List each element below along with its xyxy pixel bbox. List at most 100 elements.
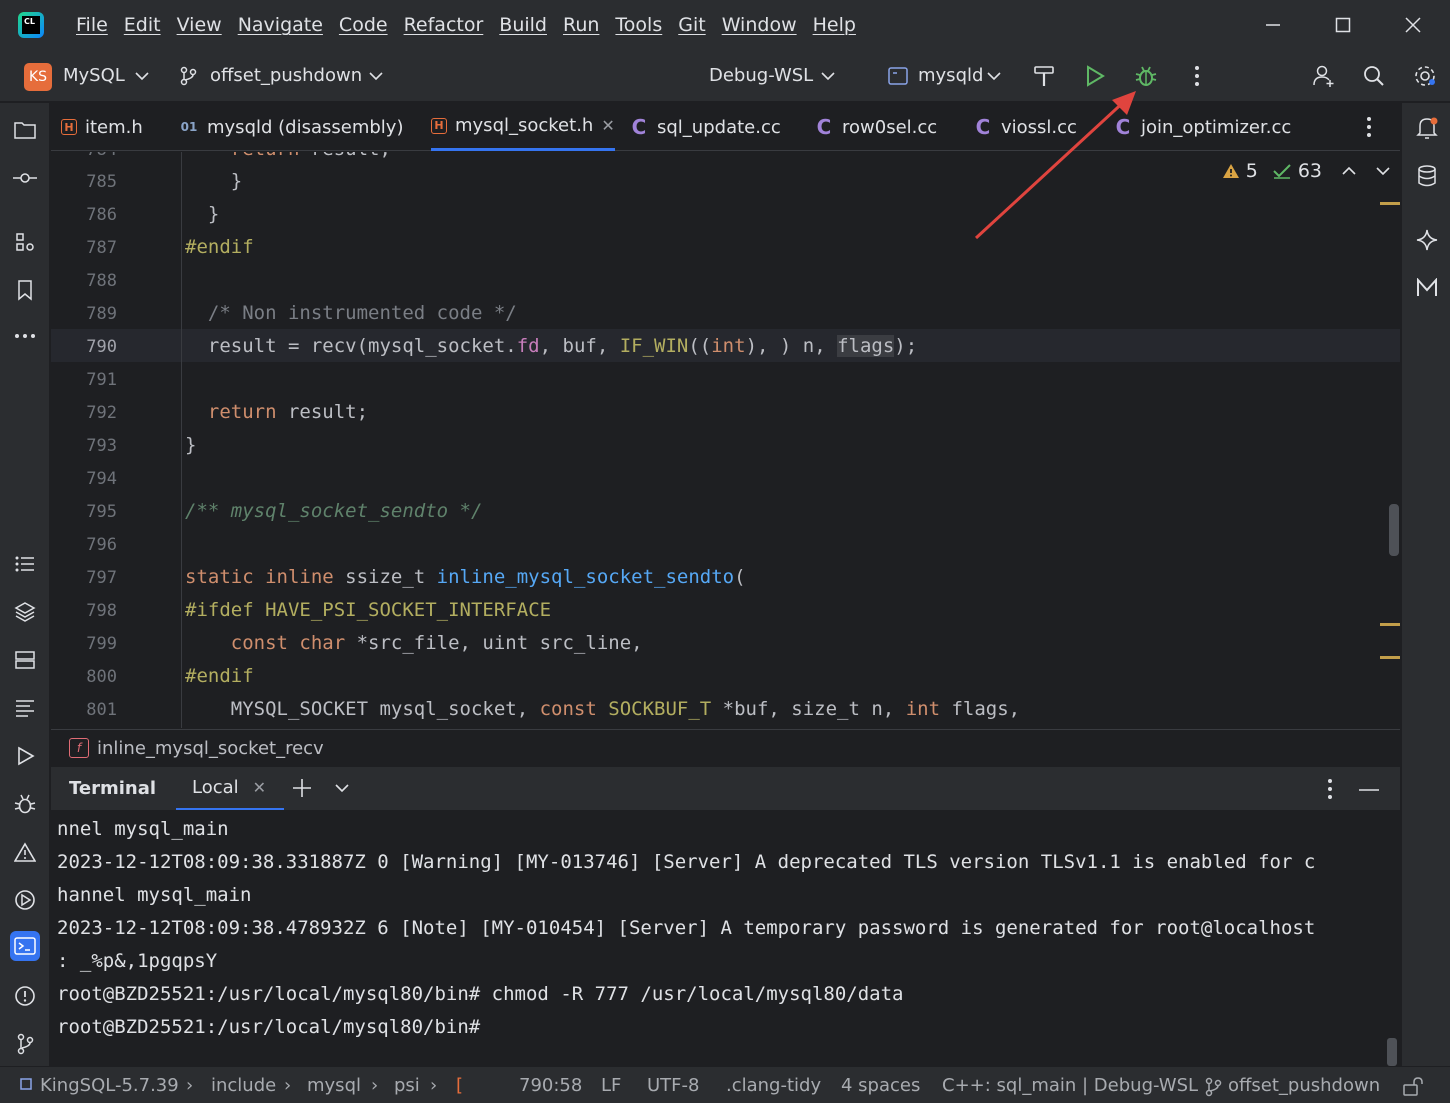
chevron-down-icon[interactable] (814, 62, 842, 90)
align-left-icon[interactable] (10, 693, 40, 723)
close-tab-icon[interactable]: ✕ (253, 778, 266, 797)
maximize-button[interactable] (1328, 10, 1358, 40)
menu-refactor[interactable]: Refactor (396, 14, 492, 36)
ai-assistant-icon[interactable] (1412, 225, 1442, 255)
tab-mysqld-disassembly[interactable]: 01 mysqld (disassembly) (179, 103, 404, 151)
tab-viossl-cc[interactable]: C viossl.cc (973, 103, 1077, 151)
menu-navigate[interactable]: Navigate (230, 14, 331, 36)
debug-tool-icon[interactable] (10, 789, 40, 819)
search-icon[interactable] (1360, 62, 1388, 90)
menu-view[interactable]: View (169, 14, 230, 36)
terminal-icon[interactable] (10, 931, 40, 961)
settings-gear-icon[interactable] (1411, 62, 1439, 90)
cpp-file-icon: C (816, 115, 832, 139)
menu-edit[interactable]: Edit (116, 14, 169, 36)
more-horizontal-icon[interactable] (10, 321, 40, 351)
notifications-bell-icon[interactable] (1412, 113, 1442, 143)
branch-selector[interactable]: offset_pushdown (210, 65, 362, 86)
minimize-button[interactable] (1258, 10, 1288, 40)
terminal-output[interactable]: nnel mysql_main 2023-12-12T08:09:38.3318… (51, 810, 1400, 1066)
tab-row0sel-cc[interactable]: C row0sel.cc (814, 103, 938, 151)
breadcrumb-mysql[interactable]: mysql (307, 1075, 361, 1096)
run-icon[interactable] (1081, 62, 1109, 90)
git-branch-icon[interactable] (10, 1029, 40, 1059)
more-vertical-icon[interactable] (1327, 778, 1333, 800)
terminal-tab-label: Local (192, 777, 239, 798)
breadcrumb-include[interactable]: include (211, 1075, 276, 1096)
database-icon[interactable] (1412, 161, 1442, 191)
menu-window[interactable]: Window (714, 14, 805, 36)
breadcrumb-psi[interactable]: psi (394, 1075, 420, 1096)
resolve-context[interactable]: C++: sql_main | Debug-WSL (942, 1075, 1198, 1096)
warning-stripe-marker[interactable] (1380, 623, 1400, 626)
project-selector[interactable]: MySQL (63, 65, 125, 86)
code-line-795: /** mysql_socket_sendto */ (185, 500, 483, 522)
layers-icon[interactable] (10, 597, 40, 627)
close-tab-icon[interactable]: ✕ (601, 116, 614, 135)
inspection-widget[interactable]: 5 63 (1222, 160, 1390, 182)
chevron-up-icon[interactable] (1342, 166, 1356, 176)
terminal-line: 2023-12-12T08:09:38.331887Z 0 [Warning] … (57, 851, 1316, 873)
caret-position[interactable]: 790:58 (519, 1075, 582, 1096)
indent-setting[interactable]: 4 spaces (841, 1075, 920, 1096)
menu-tools[interactable]: Tools (607, 14, 670, 36)
file-encoding[interactable]: UTF-8 (647, 1075, 699, 1096)
editor-breadcrumb[interactable]: f inline_mysql_socket_recv (51, 729, 1400, 766)
markdown-m-icon[interactable] (1412, 273, 1442, 303)
chevron-down-icon[interactable] (335, 783, 349, 793)
terminal-tab-local[interactable]: Local ✕ (176, 767, 284, 811)
database-rows-icon[interactable] (10, 645, 40, 675)
disassembly-file-icon: 01 (180, 120, 198, 134)
add-user-icon[interactable] (1310, 62, 1338, 90)
editor-scrollbar-thumb[interactable] (1389, 504, 1399, 556)
menu-build[interactable]: Build (491, 14, 555, 36)
breadcrumb-project[interactable]: KingSQL-5.7.39 (40, 1075, 179, 1096)
code-editor[interactable]: 784 785 786 787 788 789 790 791 792 793 … (51, 152, 1400, 728)
run-tool-icon[interactable] (10, 741, 40, 771)
services-icon[interactable] (10, 885, 40, 915)
menu-code[interactable]: Code (331, 14, 396, 36)
more-vertical-icon[interactable] (1183, 62, 1211, 90)
debug-bug-icon[interactable] (1132, 62, 1160, 90)
run-config-selector[interactable]: Debug-WSL (709, 65, 813, 86)
close-window-button[interactable] (1398, 10, 1428, 40)
minimize-panel-icon[interactable] (1359, 788, 1379, 792)
commit-icon[interactable] (10, 163, 40, 193)
tab-mysql-socket-h[interactable]: H mysql_socket.h ✕ (431, 103, 615, 151)
code-line-787: #endif (185, 236, 254, 258)
tab-join-optimizer-cc[interactable]: C join_optimizer.cc (1113, 103, 1292, 151)
build-hammer-icon[interactable] (1030, 62, 1058, 90)
clang-tidy-indicator[interactable]: .clang-tidy (726, 1075, 821, 1096)
new-tab-plus-icon[interactable] (291, 777, 313, 799)
target-selector[interactable]: mysqld (918, 65, 983, 86)
breadcrumb-function-name[interactable]: inline_mysql_socket_recv (97, 738, 324, 759)
structure-icon[interactable] (10, 227, 40, 257)
bookmarks-icon[interactable] (10, 275, 40, 305)
breadcrumb-file-fragment[interactable]: [ (456, 1075, 463, 1096)
menu-git[interactable]: Git (670, 14, 713, 36)
tab-item-h[interactable]: H item.h (61, 103, 143, 151)
chevron-down-icon[interactable] (980, 62, 1008, 90)
info-icon[interactable] (10, 981, 40, 1011)
menu-file[interactable]: File (68, 14, 116, 36)
status-branch[interactable]: offset_pushdown (1228, 1075, 1380, 1096)
project-badge[interactable]: KS (24, 63, 52, 91)
chevron-down-icon[interactable] (362, 62, 390, 90)
line-separator[interactable]: LF (601, 1075, 621, 1096)
project-folder-icon[interactable] (10, 115, 40, 145)
menu-run[interactable]: Run (555, 14, 607, 36)
tabs-more-icon[interactable] (1366, 103, 1372, 151)
todo-list-icon[interactable] (10, 549, 40, 579)
line-number: 798 (86, 601, 117, 621)
line-number-current: 790 (86, 337, 117, 357)
unlock-icon[interactable] (1402, 1076, 1424, 1096)
menu-help[interactable]: Help (805, 14, 864, 36)
warning-stripe-marker[interactable] (1380, 656, 1400, 659)
warning-stripe-marker[interactable] (1380, 202, 1400, 205)
chevron-down-icon[interactable] (1376, 166, 1390, 176)
chevron-down-icon[interactable] (128, 62, 156, 90)
tab-sql-update-cc[interactable]: C sql_update.cc (629, 103, 781, 151)
terminal-scrollbar-thumb[interactable] (1387, 1038, 1397, 1066)
problems-warning-icon[interactable] (10, 837, 40, 867)
code-line-793: } (185, 434, 197, 456)
